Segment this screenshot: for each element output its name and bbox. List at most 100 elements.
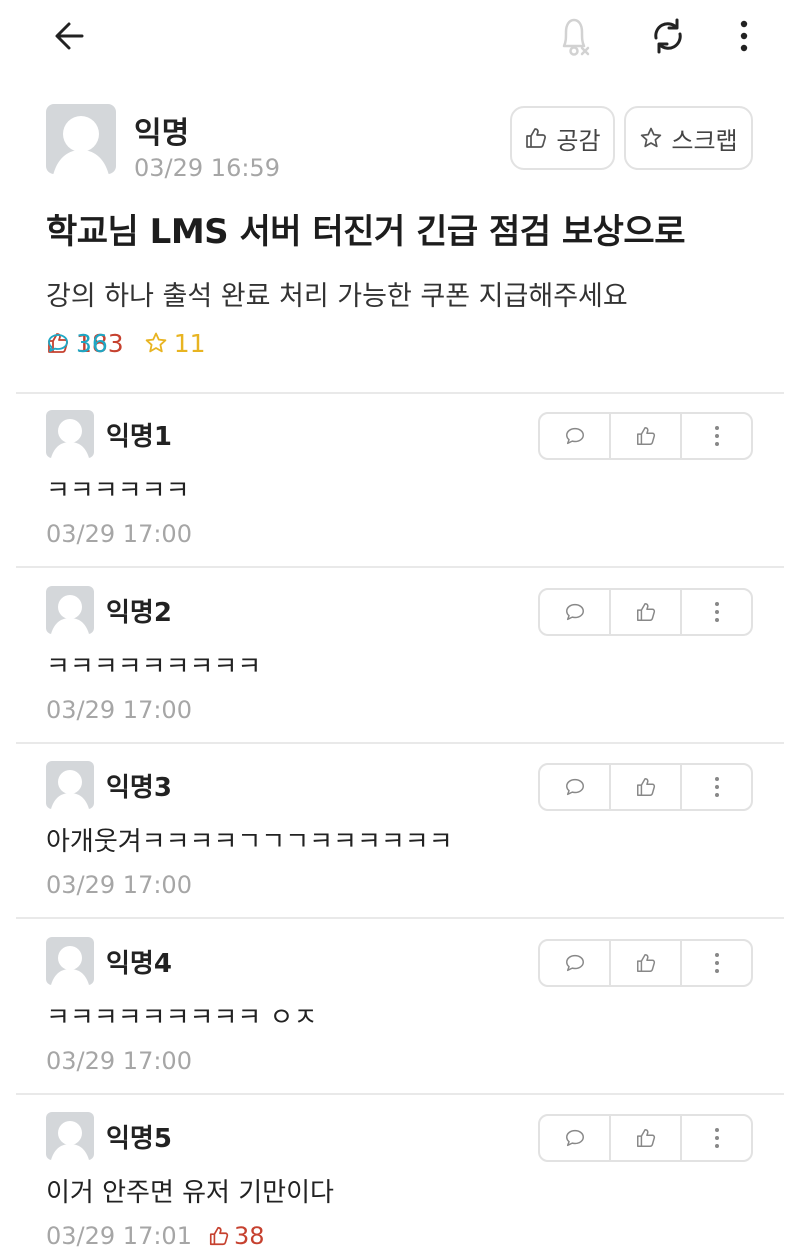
thumbs-up-icon: [636, 603, 655, 621]
comment-more-button[interactable]: [682, 765, 751, 809]
comment-meta: 03/29 17:00: [46, 1047, 192, 1075]
top-bar: [0, 0, 800, 72]
more-vertical-icon: [714, 953, 719, 973]
more-options-button[interactable]: [724, 12, 764, 60]
arrow-left-icon: [55, 22, 84, 50]
more-vertical-icon: [714, 1128, 719, 1148]
comment-more-button[interactable]: [682, 414, 751, 458]
scrap-button[interactable]: 스크랩: [624, 106, 753, 170]
comment-vote-value: 38: [233, 1222, 265, 1250]
like-button[interactable]: 공감: [510, 106, 615, 170]
comment-actions: [538, 763, 753, 811]
comment-meta: 03/29 17:00: [46, 696, 192, 724]
divider: [16, 742, 784, 744]
comment-meta: 03/29 17:01 38: [46, 1222, 265, 1250]
comment-vote-count: 38: [208, 1222, 265, 1250]
comment-text: 이거 안주면 유저 기만이다: [46, 1178, 334, 1208]
comment-like-button[interactable]: [611, 1116, 682, 1160]
comment-time: 03/29 17:00: [46, 520, 192, 548]
comment-more-button[interactable]: [682, 1116, 751, 1160]
divider: [16, 917, 784, 919]
comment-text: ㅋㅋㅋㅋㅋㅋ: [46, 476, 190, 506]
comment-text: ㅋㅋㅋㅋㅋㅋㅋㅋㅋ ㅇㅈ: [46, 1003, 318, 1033]
comment-item: 익명1 ㅋㅋㅋㅋㅋㅋ 03/29 17:00: [0, 396, 800, 571]
more-vertical-icon: [714, 426, 719, 446]
thumbs-up-icon: [209, 1226, 229, 1246]
comment-item: 익명3 아개웃겨ㅋㅋㅋㅋㄱㄱㄱㅋㅋㅋㅋㅋㅋ 03/29 17:00: [0, 747, 800, 922]
reply-button[interactable]: [540, 765, 611, 809]
comment-actions: [538, 588, 753, 636]
comment-author: 익명4: [106, 949, 172, 979]
default-avatar-icon: [51, 595, 89, 634]
refresh-icon: [654, 18, 682, 54]
speech-bubble-icon: [565, 778, 584, 796]
reply-button[interactable]: [540, 1116, 611, 1160]
default-avatar-icon: [53, 116, 109, 174]
post-stats: 183 36 11: [46, 326, 226, 360]
like-button-label: 공감: [556, 126, 601, 155]
post-time: 03/29 16:59: [134, 154, 280, 182]
comment-text: ㅋㅋㅋㅋㅋㅋㅋㅋㅋ: [46, 652, 262, 682]
post-author: 익명: [134, 116, 190, 151]
thumbs-up-icon: [636, 778, 655, 796]
default-avatar-icon: [51, 419, 89, 458]
comment-author: 익명3: [106, 773, 172, 803]
post-title: 학교님 LMS 서버 터진거 긴급 점검 보상으로: [46, 212, 686, 252]
comment-actions: [538, 1114, 753, 1162]
bell-off-icon: [562, 18, 590, 56]
comment-author: 익명2: [106, 598, 172, 628]
comment-item: 익명5 이거 안주면 유저 기만이다 03/29 17:01 38: [0, 1098, 800, 1259]
comment-item: 익명4 ㅋㅋㅋㅋㅋㅋㅋㅋㅋ ㅇㅈ 03/29 17:00: [0, 923, 800, 1098]
comment-item: 익명2 ㅋㅋㅋㅋㅋㅋㅋㅋㅋ 03/29 17:00: [0, 572, 800, 747]
comment-time: 03/29 17:00: [46, 871, 192, 899]
comment-avatar: [46, 586, 94, 634]
comment-author: 익명5: [106, 1124, 172, 1154]
reply-button[interactable]: [540, 941, 611, 985]
reply-button[interactable]: [540, 590, 611, 634]
divider: [16, 566, 784, 568]
comment-actions: [538, 412, 753, 460]
comment-author: 익명1: [106, 422, 172, 452]
comment-time: 03/29 17:01: [46, 1222, 192, 1250]
thumbs-up-icon: [526, 128, 547, 148]
divider: [16, 1093, 784, 1095]
scrap-button-label: 스크랩: [671, 126, 738, 155]
comment-avatar: [46, 761, 94, 809]
notification-off-button[interactable]: [548, 10, 600, 62]
comment-more-button[interactable]: [682, 941, 751, 985]
reply-button[interactable]: [540, 414, 611, 458]
comment-more-button[interactable]: [682, 590, 751, 634]
refresh-button[interactable]: [642, 10, 694, 62]
comment-avatar: [46, 937, 94, 985]
comment-like-button[interactable]: [611, 765, 682, 809]
speech-bubble-icon: [565, 1129, 584, 1147]
more-vertical-icon: [740, 20, 748, 52]
speech-bubble-icon: [565, 603, 584, 621]
comment-like-button[interactable]: [611, 590, 682, 634]
back-button[interactable]: [46, 12, 94, 60]
comment-like-button[interactable]: [611, 414, 682, 458]
comment-avatar: [46, 1112, 94, 1160]
more-vertical-icon: [714, 602, 719, 622]
speech-bubble-icon: [48, 334, 68, 352]
thumbs-up-icon: [636, 427, 655, 445]
comment-like-button[interactable]: [611, 941, 682, 985]
divider: [16, 392, 784, 394]
thumbs-up-icon: [636, 1129, 655, 1147]
comment-time: 03/29 17:00: [46, 696, 192, 724]
comment-text: 아개웃겨ㅋㅋㅋㅋㄱㄱㄱㅋㅋㅋㅋㅋㅋ: [46, 827, 453, 857]
star-icon: [641, 127, 662, 148]
default-avatar-icon: [51, 1121, 89, 1160]
thumbs-up-icon: [636, 954, 655, 972]
default-avatar-icon: [51, 946, 89, 985]
comment-meta: 03/29 17:00: [46, 871, 192, 899]
comment-time: 03/29 17:00: [46, 1047, 192, 1075]
comment-actions: [538, 939, 753, 987]
speech-bubble-icon: [565, 427, 584, 445]
avatar: [46, 104, 116, 174]
speech-bubble-icon: [565, 954, 584, 972]
comment-avatar: [46, 410, 94, 458]
default-avatar-icon: [51, 770, 89, 809]
more-vertical-icon: [714, 777, 719, 797]
comment-meta: 03/29 17:00: [46, 520, 192, 548]
